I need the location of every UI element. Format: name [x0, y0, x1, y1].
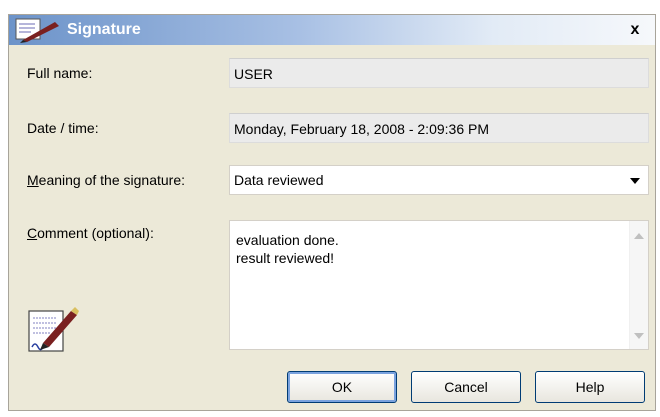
chevron-down-icon[interactable]	[630, 178, 640, 184]
signature-dialog: Signature x Full name: USER Date / time:…	[8, 14, 656, 411]
comment-label: Comment (optional):	[27, 225, 154, 241]
cancel-button[interactable]: Cancel	[411, 371, 521, 403]
full-name-label: Full name:	[27, 65, 93, 81]
meaning-label: Meaning of the signature:	[27, 172, 185, 188]
comment-mnemonic: C	[27, 225, 38, 241]
window-title: Signature	[67, 21, 141, 38]
meaning-label-text: eaning of the signature:	[38, 172, 186, 188]
comment-line-2: result reviewed!	[236, 250, 335, 266]
full-name-field: USER	[229, 58, 649, 88]
meaning-mnemonic: M	[27, 172, 39, 188]
date-time-field: Monday, February 18, 2008 - 2:09:36 PM	[229, 113, 649, 143]
date-time-label: Date / time:	[27, 120, 99, 136]
comment-label-text: omment (optional):	[37, 225, 154, 241]
date-time-value: Monday, February 18, 2008 - 2:09:36 PM	[234, 121, 489, 137]
title-bar[interactable]: Signature x	[9, 15, 655, 45]
help-button[interactable]: Help	[535, 371, 645, 403]
scroll-down-arrow-icon[interactable]	[634, 333, 644, 339]
close-button[interactable]: x	[621, 20, 649, 40]
meaning-value: Data reviewed	[234, 172, 324, 188]
meaning-select[interactable]: Data reviewed	[229, 165, 649, 195]
scroll-up-arrow-icon[interactable]	[634, 233, 644, 239]
ok-button[interactable]: OK	[287, 371, 397, 403]
comment-scrollbar[interactable]	[629, 221, 648, 349]
full-name-value: USER	[234, 66, 273, 82]
comment-textarea[interactable]: evaluation done. result reviewed!	[229, 220, 649, 350]
comment-line-1: evaluation done.	[236, 232, 339, 248]
signature-document-icon	[28, 307, 79, 352]
signature-pen-icon	[15, 18, 59, 43]
